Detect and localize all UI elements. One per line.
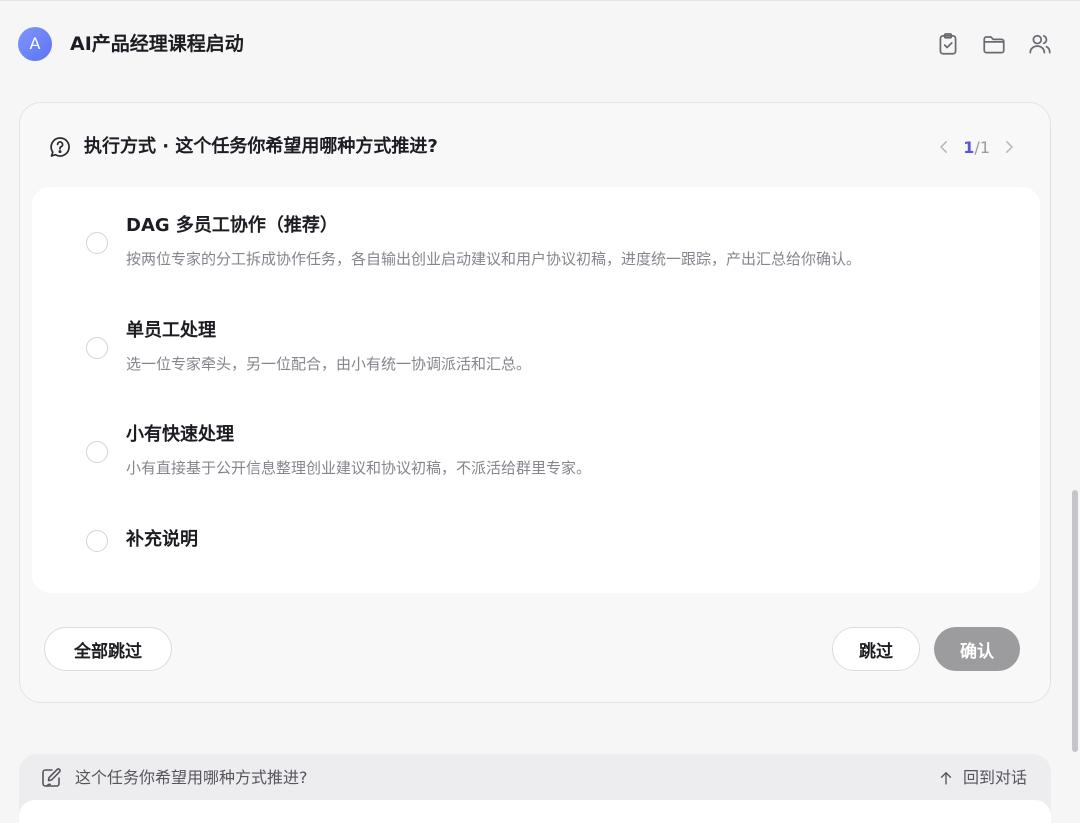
option-description: 小有直接基于公开信息整理创业建议和协议初稿，不派活给群里专家。 <box>126 459 592 477</box>
confirm-button[interactable]: 确认 <box>934 627 1020 671</box>
chevron-right-icon[interactable] <box>1000 138 1018 156</box>
clipboard-check-icon[interactable] <box>935 31 961 57</box>
users-icon[interactable] <box>1027 31 1053 57</box>
option-description: 选一位专家牵头，另一位配合，由小有统一协调派活和汇总。 <box>126 355 532 373</box>
message-input-area[interactable] <box>19 800 1051 823</box>
radio-button[interactable] <box>86 441 108 463</box>
radio-button[interactable] <box>86 232 108 254</box>
arrow-up-icon <box>937 769 955 787</box>
option-title: 单员工处理 <box>126 320 216 341</box>
pager-current: 1 <box>963 137 975 157</box>
pager-total: 1 <box>979 137 990 157</box>
chat-header: A AI产品经理课程启动 <box>0 0 1080 88</box>
pager-count: 1/1 <box>963 138 990 157</box>
option-title: 补充说明 <box>126 529 198 550</box>
question-text: 执行方式 · 这个任务你希望用哪种方式推进? <box>84 136 438 157</box>
question-bubble-icon <box>48 135 72 159</box>
question-card: 执行方式 · 这个任务你希望用哪种方式推进? 1/1 DAG 多员工协作（推荐）… <box>19 102 1051 703</box>
skip-all-button[interactable]: 全部跳过 <box>44 627 172 671</box>
edit-note-icon <box>39 766 63 790</box>
option-title: 小有快速处理 <box>126 424 234 445</box>
question-pager: 1/1 <box>935 135 1018 159</box>
back-to-chat-link[interactable]: 回到对话 <box>937 767 1027 789</box>
avatar[interactable]: A <box>18 27 52 61</box>
page-title: AI产品经理课程启动 <box>70 33 244 55</box>
chevron-left-icon[interactable] <box>935 138 953 156</box>
radio-button[interactable] <box>86 530 108 552</box>
skip-button[interactable]: 跳过 <box>832 627 920 671</box>
scrollbar[interactable] <box>1072 490 1078 752</box>
option-description: 按两位专家的分工拆成协作任务，各自输出创业启动建议和用户协议初稿，进度统一跟踪，… <box>126 250 862 268</box>
radio-button[interactable] <box>86 337 108 359</box>
option-title: DAG 多员工协作（推荐） <box>126 215 338 236</box>
pending-question-text: 这个任务你希望用哪种方式推进? <box>75 768 308 787</box>
back-to-chat-label: 回到对话 <box>962 768 1027 787</box>
options-panel: DAG 多员工协作（推荐） 按两位专家的分工拆成协作任务，各自输出创业启动建议和… <box>32 187 1040 593</box>
composer-bar: 这个任务你希望用哪种方式推进? 回到对话 <box>19 754 1051 823</box>
folder-icon[interactable] <box>981 31 1007 57</box>
